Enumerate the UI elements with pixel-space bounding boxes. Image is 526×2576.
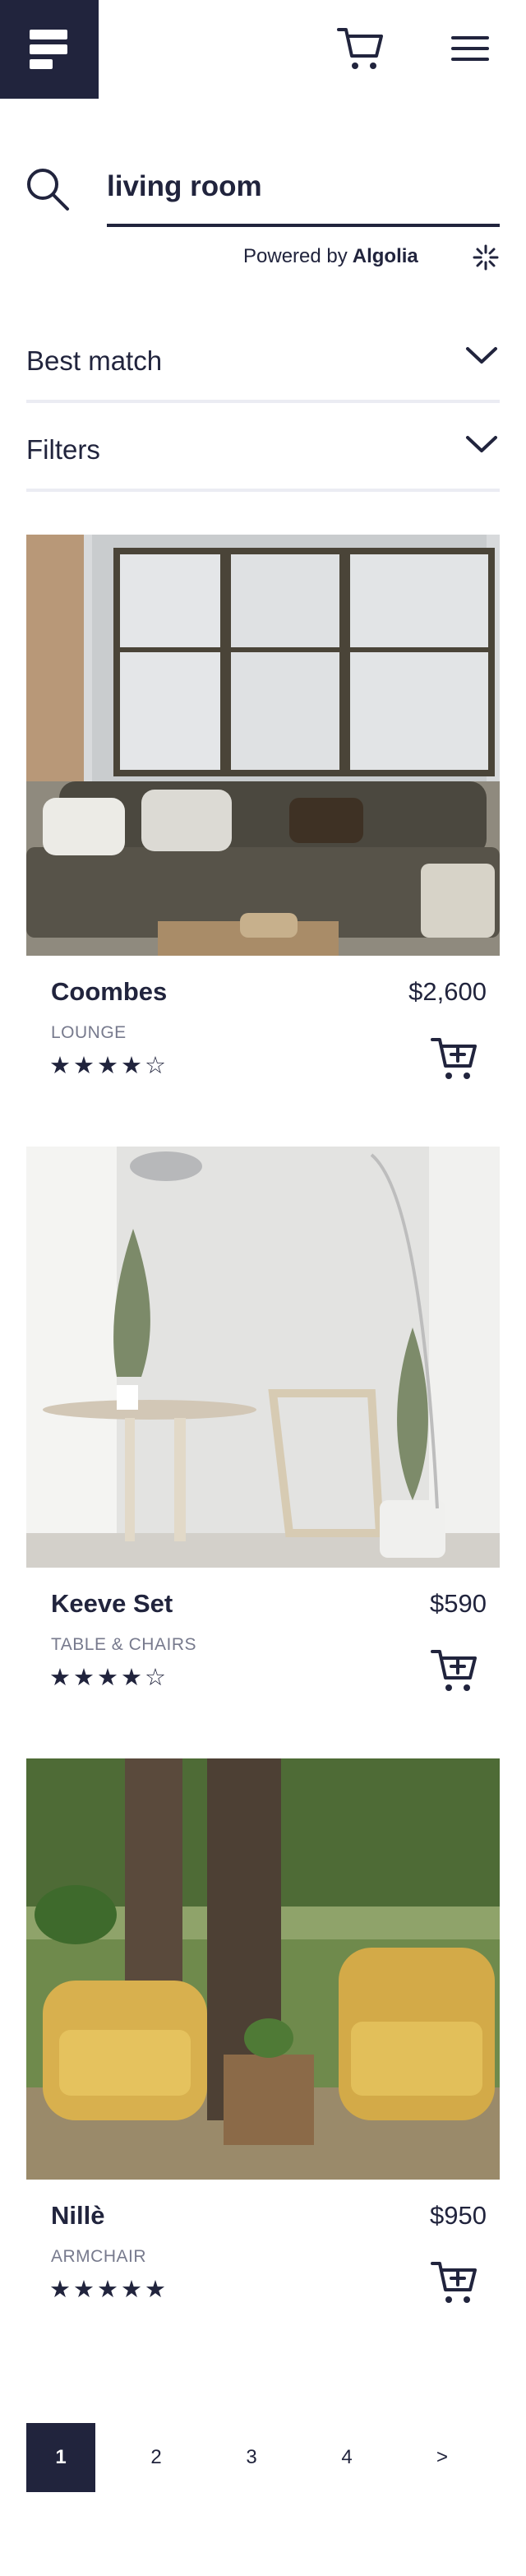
product-category: TABLE & CHAIRS <box>51 1635 196 1654</box>
logo-icon[interactable] <box>0 0 99 99</box>
product-category: LOUNGE <box>51 1023 127 1042</box>
add-to-cart-icon[interactable] <box>429 1035 480 1082</box>
powered-by-prefix: Powered by <box>243 245 348 267</box>
filters-dropdown[interactable]: Filters <box>26 405 500 492</box>
product-category: ARMCHAIR <box>51 2247 147 2266</box>
filters-label: Filters <box>26 434 100 465</box>
header <box>0 0 526 99</box>
add-to-cart-icon[interactable] <box>429 1647 480 1694</box>
product-price: $950 <box>430 2201 487 2230</box>
search-icon[interactable] <box>25 166 71 212</box>
powered-by-label: Powered by Algolia <box>243 245 418 271</box>
rating-stars: ★★★★★ <box>49 2275 168 2303</box>
product-price: $2,600 <box>408 977 487 1006</box>
add-to-cart-icon[interactable] <box>429 2259 480 2306</box>
page-3-button[interactable]: 3 <box>217 2423 286 2492</box>
cart-icon[interactable] <box>335 25 386 72</box>
rating-stars: ★★★★☆ <box>49 1051 168 1079</box>
search-input[interactable] <box>107 161 500 227</box>
product-card[interactable]: Coombes $2,600 LOUNGE ★★★★☆ <box>26 535 500 1094</box>
product-name[interactable]: Keeve Set <box>51 1589 173 1619</box>
sort-dropdown[interactable]: Best match <box>26 316 500 403</box>
powered-by-brand[interactable]: Algolia <box>353 245 418 267</box>
product-image[interactable] <box>26 535 500 956</box>
hamburger-menu-icon[interactable] <box>448 30 494 67</box>
product-image[interactable] <box>26 1147 500 1568</box>
chevron-down-icon <box>466 436 497 452</box>
sort-label: Best match <box>26 345 163 376</box>
product-name[interactable]: Coombes <box>51 977 167 1007</box>
product-price: $590 <box>430 1589 487 1618</box>
page-2-button[interactable]: 2 <box>122 2423 191 2492</box>
chevron-down-icon <box>466 347 497 364</box>
page-1-button[interactable]: 1 <box>26 2423 95 2492</box>
product-name[interactable]: Nillè <box>51 2201 104 2231</box>
algolia-icon[interactable] <box>472 243 500 271</box>
product-card[interactable]: Nillè $950 ARMCHAIR ★★★★★ <box>26 1758 500 2318</box>
next-page-button[interactable]: > <box>408 2423 477 2492</box>
product-card[interactable]: Keeve Set $590 TABLE & CHAIRS ★★★★☆ <box>26 1147 500 1706</box>
page-4-button[interactable]: 4 <box>312 2423 381 2492</box>
rating-stars: ★★★★☆ <box>49 1663 168 1691</box>
product-image[interactable] <box>26 1758 500 2180</box>
